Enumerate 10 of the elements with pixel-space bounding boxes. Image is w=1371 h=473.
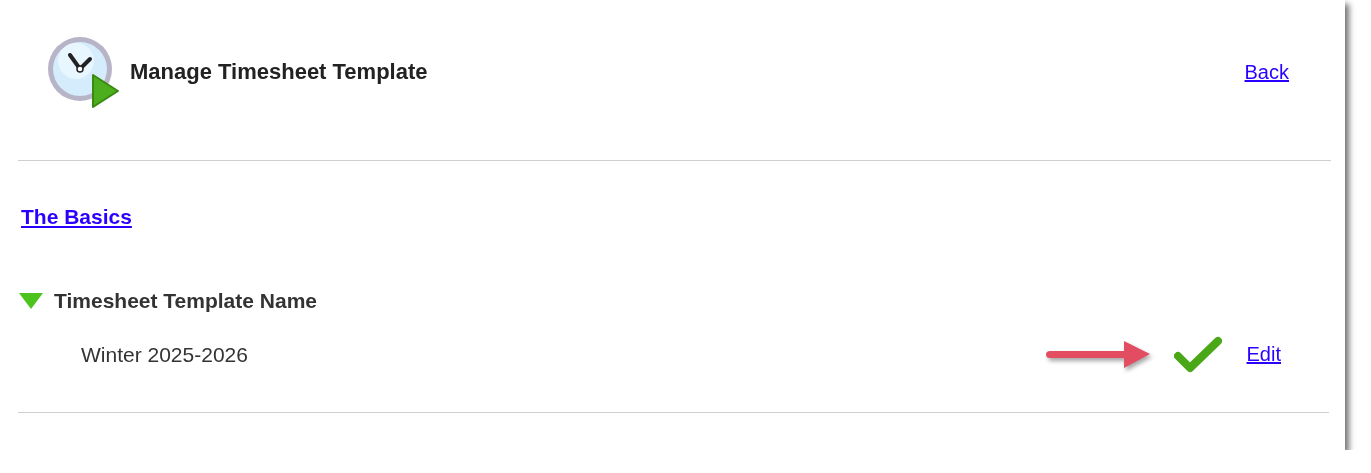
back-link[interactable]: Back xyxy=(1244,60,1289,84)
triangle-down-icon[interactable] xyxy=(18,292,44,310)
section-link[interactable]: The Basics xyxy=(21,205,132,229)
clock-play-icon xyxy=(46,35,122,109)
edit-link[interactable]: Edit xyxy=(1246,343,1281,366)
page-title: Manage Timesheet Template xyxy=(130,59,429,85)
template-name-value: Winter 2025-2026 xyxy=(81,342,249,367)
arrow-icon xyxy=(1043,339,1152,370)
section-title: Timesheet Template Name xyxy=(54,289,317,313)
checkmark-icon xyxy=(1173,335,1222,374)
